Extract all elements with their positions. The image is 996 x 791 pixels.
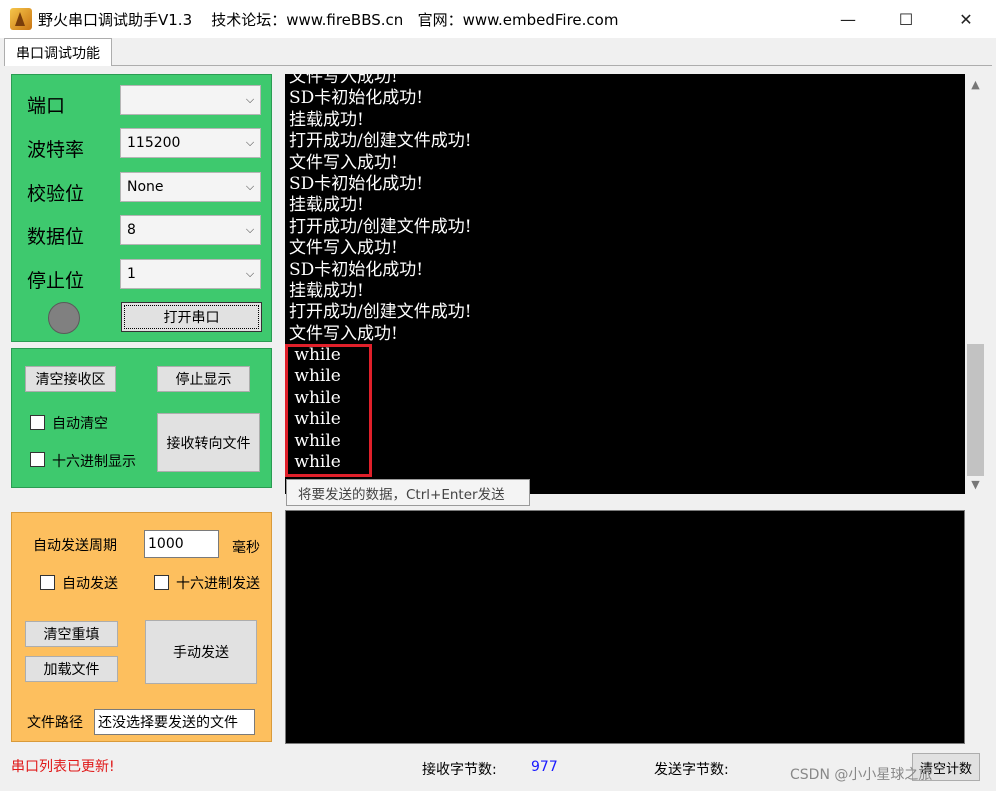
send-textarea[interactable] <box>285 510 965 744</box>
redirect-to-file-button[interactable]: 接收转向文件 <box>157 413 260 472</box>
receive-line: 挂载成功! <box>289 109 364 130</box>
recv-bytes-value: 977 <box>531 759 558 775</box>
receive-textarea[interactable]: 文件写入成功! SD卡初始化成功! 挂载成功! 打开成功/创建文件成功! 文件写入成功!… <box>285 74 965 494</box>
port-label: 端口 <box>27 95 66 117</box>
scroll-thumb[interactable] <box>967 344 984 476</box>
receive-line: 挂载成功! <box>289 195 364 216</box>
watermark: CSDN @小小星球之旅 <box>790 767 933 783</box>
tab-divider <box>4 65 992 66</box>
auto-send-checkbox[interactable] <box>40 575 55 590</box>
file-path-input[interactable]: 还没选择要发送的文件 <box>94 709 255 735</box>
auto-send-period-input[interactable]: 1000 <box>144 530 219 558</box>
chevron-down-icon: ⌵ <box>245 136 255 149</box>
stopbits-select[interactable]: 1 ⌵ <box>120 259 261 289</box>
open-port-button[interactable]: 打开串口 <box>121 302 262 332</box>
chevron-down-icon: ⌵ <box>245 93 255 106</box>
baud-label: 波特率 <box>27 139 85 161</box>
clear-receive-button[interactable]: 清空接收区 <box>25 366 116 392</box>
tab-serial-debug[interactable]: 串口调试功能 <box>4 38 112 66</box>
receive-line: 打开成功/创建文件成功! <box>289 131 472 152</box>
recv-bytes-label: 接收字节数: <box>422 762 497 778</box>
auto-send-period-label: 自动发送周期 <box>33 538 117 554</box>
receive-line: SD卡初始化成功! <box>289 88 424 109</box>
databits-select[interactable]: 8 ⌵ <box>120 215 261 245</box>
stopbits-label: 停止位 <box>27 270 85 292</box>
scroll-up-icon[interactable]: ▲ <box>965 78 986 91</box>
auto-send-label: 自动发送 <box>62 576 118 592</box>
close-button[interactable]: ✕ <box>938 0 994 38</box>
file-path-label: 文件路径 <box>27 715 83 731</box>
chevron-down-icon: ⌵ <box>245 267 255 280</box>
app-logo-icon <box>10 8 32 30</box>
send-hint-tooltip: 将要发送的数据，Ctrl+Enter发送 <box>286 479 530 506</box>
databits-label: 数据位 <box>27 226 85 248</box>
maximize-icon: ☐ <box>898 9 914 29</box>
receive-line: 文件写入成功! <box>289 323 398 344</box>
highlight-box <box>285 344 372 477</box>
parity-label: 校验位 <box>27 183 85 205</box>
send-scrollbar[interactable] <box>965 510 986 744</box>
auto-clear-label: 自动清空 <box>52 416 108 432</box>
status-message: 串口列表已更新! <box>11 759 115 775</box>
clear-refill-button[interactable]: 清空重填 <box>25 621 118 647</box>
port-status-led <box>48 302 80 334</box>
window-title: 野火串口调试助手V1.3 技术论坛：www.fireBBS.cn 官网：www.… <box>38 11 619 29</box>
send-bytes-label: 发送字节数: <box>654 762 729 778</box>
chevron-down-icon: ⌵ <box>245 223 255 236</box>
hex-display-checkbox[interactable] <box>30 452 45 467</box>
receive-line: 文件写入成功! <box>289 238 398 259</box>
chevron-down-icon: ⌵ <box>245 180 255 193</box>
minimize-button[interactable]: — <box>820 0 876 38</box>
baud-select[interactable]: 115200 ⌵ <box>120 128 261 158</box>
auto-clear-checkbox[interactable] <box>30 415 45 430</box>
receive-line: SD卡初始化成功! <box>289 259 424 280</box>
maximize-button[interactable]: ☐ <box>878 0 934 38</box>
manual-send-button[interactable]: 手动发送 <box>145 620 257 684</box>
receive-line: 文件写入成功! <box>289 152 398 173</box>
receive-line: 挂载成功! <box>289 280 364 301</box>
period-unit-label: 毫秒 <box>232 540 260 556</box>
receive-line: 打开成功/创建文件成功! <box>289 216 472 237</box>
parity-select[interactable]: None ⌵ <box>120 172 261 202</box>
receive-line: 打开成功/创建文件成功! <box>289 302 472 323</box>
minimize-icon: — <box>840 9 856 29</box>
stop-display-button[interactable]: 停止显示 <box>157 366 250 392</box>
load-file-button[interactable]: 加载文件 <box>25 656 118 682</box>
scroll-down-icon[interactable]: ▼ <box>965 478 986 491</box>
hex-display-label: 十六进制显示 <box>52 454 136 470</box>
receive-line: SD卡初始化成功! <box>289 173 424 194</box>
close-icon: ✕ <box>959 9 973 29</box>
receive-line: 文件写入成功! <box>289 74 398 87</box>
port-select[interactable]: ⌵ <box>120 85 261 115</box>
hex-send-label: 十六进制发送 <box>176 576 260 592</box>
hex-send-checkbox[interactable] <box>154 575 169 590</box>
